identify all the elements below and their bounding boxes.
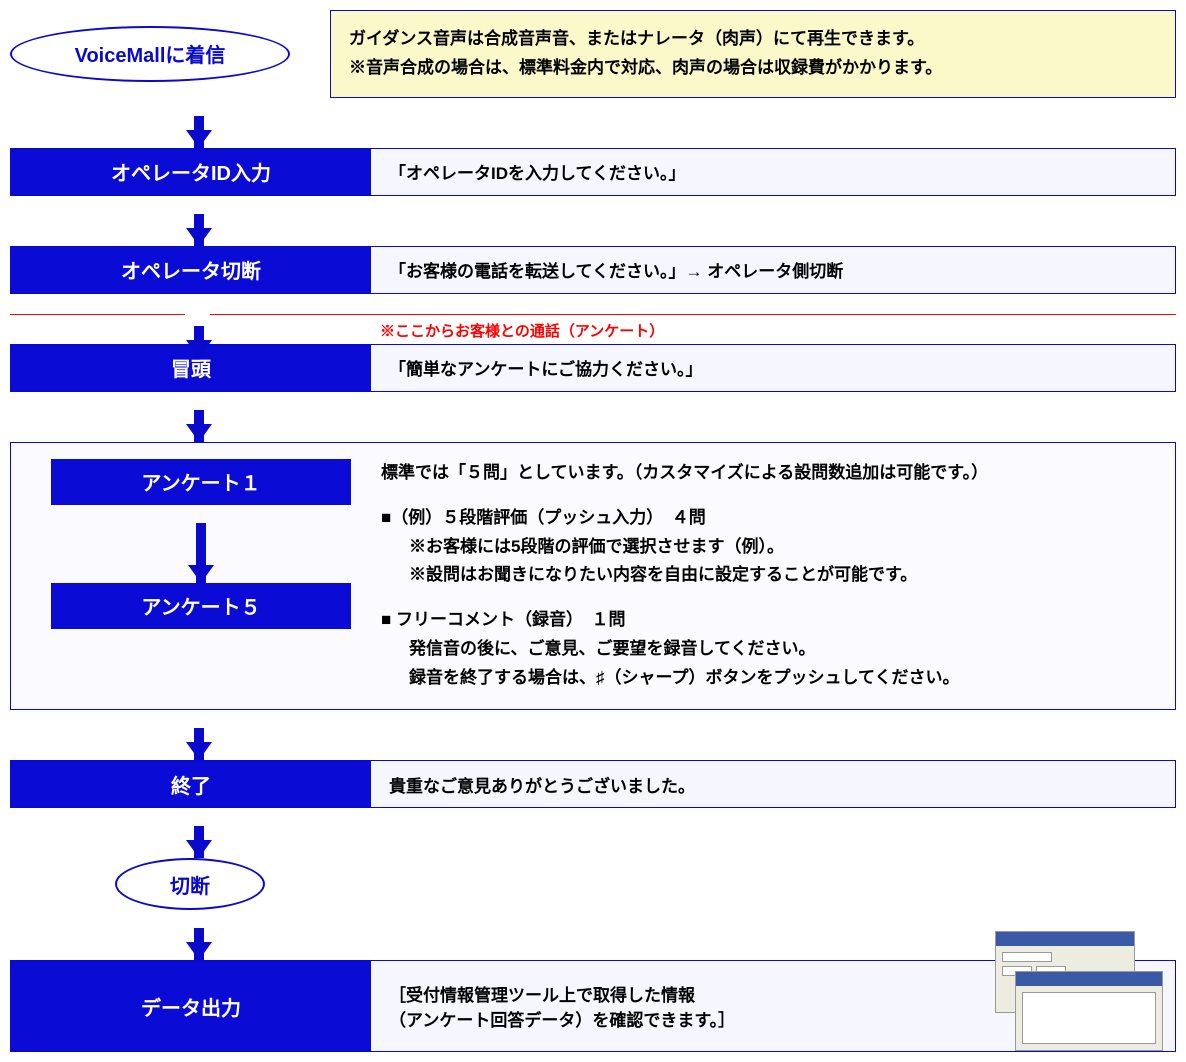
step-label: データ出力	[11, 961, 371, 1051]
arrow-down-icon	[186, 742, 212, 760]
survey-b2-l2: 録音を終了する場合は、♯（シャープ）ボタンをプッシュしてください。	[381, 664, 1165, 693]
survey-step-5: アンケート５	[51, 583, 351, 629]
step-desc: 「オペレータIDを入力してください。」	[371, 149, 1175, 195]
arrow-down-icon	[186, 340, 212, 358]
tool-window-icon	[995, 931, 1165, 1051]
disconnect-node: 切断	[115, 858, 265, 910]
data-output-line: （アンケート回答データ）を確認できます。］	[389, 1006, 735, 1031]
survey-b2-head: ■ フリーコメント（録音） １問	[381, 606, 1165, 635]
note-line: ガイダンス音声は合成音声音、またはナレータ（肉声）にて再生できます。	[349, 25, 1157, 54]
start-node: VoiceMallに着信	[10, 26, 290, 82]
note-line: ※音声合成の場合は、標準料金内で対応、肉声の場合は収録費がかかります。	[349, 54, 1157, 83]
step-desc: 「簡単なアンケートにご協力ください。」	[371, 345, 1175, 391]
survey-top: 標準では「５問」としています。（カスタマイズによる設問数追加は可能です。）	[381, 459, 1165, 488]
survey-b1-head: ■（例）５段階評価（プッシュ入力） ４問	[381, 504, 1165, 533]
step-end: 終了 貴重なご意見ありがとうございました。	[10, 760, 1176, 808]
arrow-down-icon	[186, 130, 212, 148]
survey-b1-l2: ※設問はお聞きになりたい内容を自由に設定することが可能です。	[381, 561, 1165, 590]
step-data-output: データ出力 ［受付情報管理ツール上で取得した情報 （アンケート回答データ）を確認…	[10, 960, 1176, 1052]
step-label: オペレータID入力	[11, 149, 371, 195]
step-desc: 貴重なご意見ありがとうございました。	[371, 761, 1175, 807]
arrow-down-icon	[188, 565, 214, 583]
survey-description: 標準では「５問」としています。（カスタマイズによる設問数追加は可能です。） ■（…	[381, 459, 1165, 693]
step-desc: 「お客様の電話を転送してください。」→ オペレータ側切断	[371, 247, 1175, 293]
flowchart: VoiceMallに着信 ガイダンス音声は合成音声音、またはナレータ（肉声）にて…	[10, 10, 1176, 1052]
survey-b2-l1: 発信音の後に、ご意見、ご要望を録音してください。	[381, 635, 1165, 664]
step-label: 終了	[11, 761, 371, 807]
divider-line	[210, 314, 1176, 315]
survey-step-1: アンケート１	[51, 459, 351, 505]
step-intro: 冒頭 「簡単なアンケートにご協力ください。」	[10, 344, 1176, 392]
arrow-down-icon	[186, 840, 212, 858]
divider-line	[10, 314, 185, 315]
divider: ※ここからお客様との通話（アンケート）	[10, 294, 1176, 344]
survey-group: アンケート１ アンケート５ 標準では「５問」としています。（カスタマイズによる設…	[10, 442, 1176, 710]
step-label: オペレータ切断	[11, 247, 371, 293]
step-operator-id: オペレータID入力 「オペレータIDを入力してください。」	[10, 148, 1176, 196]
survey-b1-l1: ※お客様には5段階の評価で選択させます（例）。	[381, 533, 1165, 562]
arrow-down-icon	[186, 942, 212, 960]
guidance-note-box: ガイダンス音声は合成音声音、またはナレータ（肉声）にて再生できます。 ※音声合成…	[330, 10, 1176, 98]
step-operator-disconnect: オペレータ切断 「お客様の電話を転送してください。」→ オペレータ側切断	[10, 246, 1176, 294]
arrow-down-icon	[186, 228, 212, 246]
arrow-down-icon	[186, 424, 212, 442]
start-label: VoiceMallに着信	[75, 39, 226, 68]
disconnect-label: 切断	[170, 870, 210, 899]
divider-note: ※ここからお客様との通話（アンケート）	[380, 320, 664, 341]
